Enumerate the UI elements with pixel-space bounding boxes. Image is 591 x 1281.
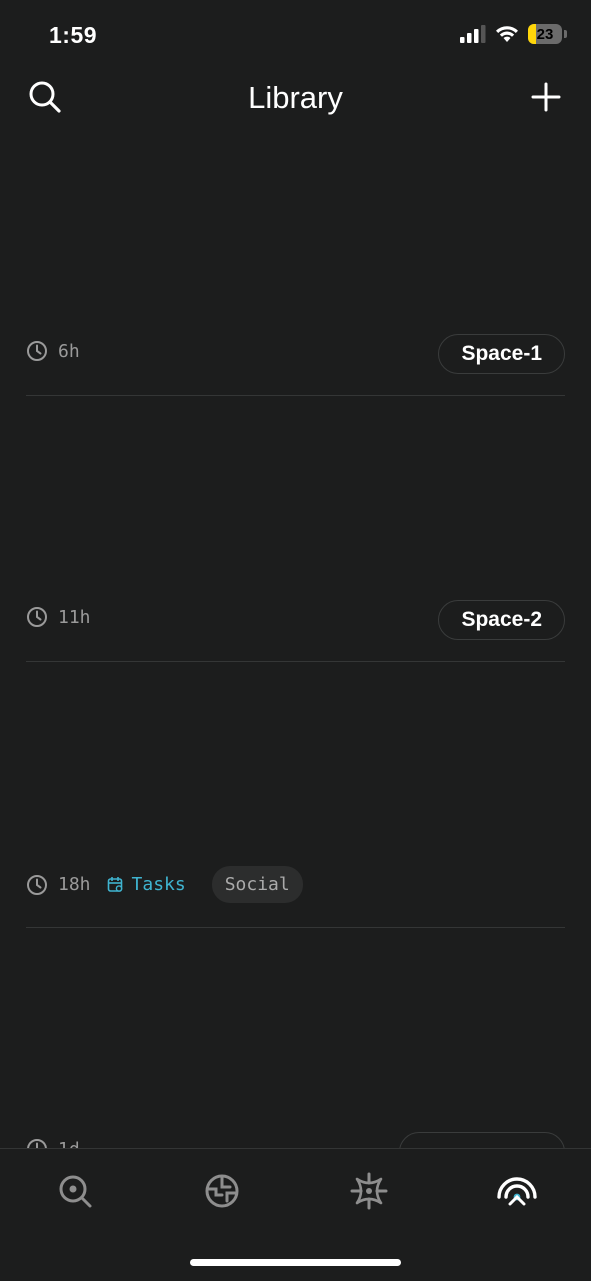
discover-search-icon[interactable] (55, 1171, 95, 1211)
space-badge[interactable]: Space-2 (438, 600, 565, 640)
calendar-icon (107, 877, 122, 892)
clock-icon (27, 874, 47, 895)
page-title: Library (248, 80, 343, 115)
clock-icon (27, 607, 47, 627)
list-item[interactable]: 18h Tasks Social (26, 662, 565, 928)
clock-icon (27, 341, 47, 361)
tasks-link[interactable]: Tasks (107, 874, 186, 895)
status-time: 1:59 (49, 22, 98, 48)
library-feed: 6h Space-1 11h Space-2 18h Tasks Social (0, 130, 591, 1148)
list-item[interactable]: 6h Space-1 (26, 130, 565, 396)
home-indicator (190, 1259, 401, 1266)
status-icons: 23 (460, 24, 567, 44)
add-icon[interactable] (529, 80, 563, 114)
battery-icon: 23 (528, 24, 562, 44)
space-badge[interactable] (399, 1132, 565, 1148)
clock-icon (27, 1139, 47, 1148)
space-badge[interactable]: Space-1 (438, 334, 565, 374)
wifi-icon (496, 26, 518, 42)
library-icon[interactable] (496, 1171, 538, 1211)
item-meta: 11h (26, 606, 91, 628)
item-time: 11h (58, 606, 91, 628)
item-meta: 6h (26, 340, 80, 362)
tag-badge[interactable]: Social (211, 866, 303, 903)
header: Library (0, 70, 591, 130)
item-meta: 18h Tasks Social (26, 866, 303, 903)
globe-icon[interactable] (202, 1171, 242, 1211)
item-time: 18h (58, 874, 91, 895)
item-time: 1d (58, 1139, 80, 1149)
battery-level: 23 (536, 25, 554, 43)
item-time: 6h (58, 340, 80, 362)
tasks-label: Tasks (131, 874, 186, 895)
status-bar: 1:59 23 (0, 0, 591, 70)
spark-icon[interactable] (349, 1171, 389, 1211)
item-meta: 1d (26, 1138, 80, 1148)
list-item[interactable]: 11h Space-2 (26, 396, 565, 662)
signal-icon (460, 25, 486, 43)
list-item[interactable]: 1d (26, 928, 565, 1148)
